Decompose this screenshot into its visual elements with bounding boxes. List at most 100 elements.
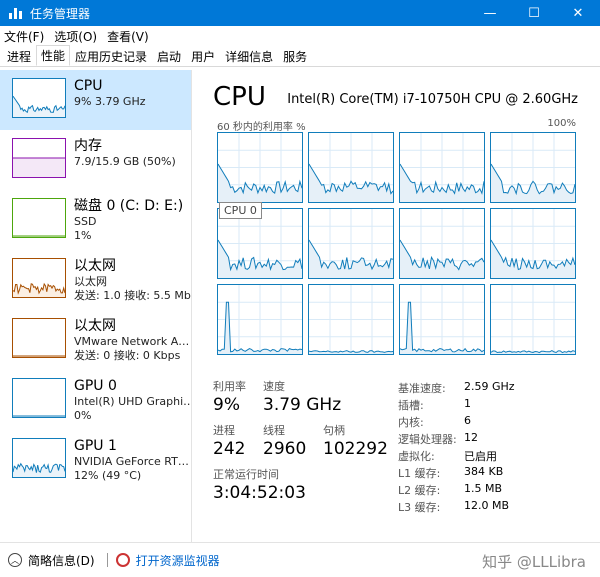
memory-thumbnail-graph [12,138,66,178]
logical-processor-graph[interactable] [490,208,576,279]
sidebar-item-detail: 0% [74,409,92,422]
sidebar-item-detail: 发送: 1.0 接收: 5.5 Mbp [74,289,192,302]
sidebar-item-gpu0[interactable]: GPU 0 Intel(R) UHD Graphi… 0% [0,370,191,430]
sidebar-item-detail: 以太网 [74,275,107,288]
sidebar-item-gpu1[interactable]: GPU 1 NVIDIA GeForce RT… 12% (49 °C) [0,430,191,490]
sidebar-item-label: GPU 0 [74,378,117,394]
processes-value: 242 [213,439,246,459]
tab-details[interactable]: 详细信息 [220,46,278,66]
logical-processor-graph[interactable] [217,284,303,355]
sidebar-item-ethernet[interactable]: 以太网 以太网 发送: 1.0 接收: 5.5 Mbp [0,250,191,310]
sidebar-item-detail: SSD [74,215,97,228]
ethernet-thumbnail-graph [12,258,66,298]
tab-services[interactable]: 服务 [278,46,312,66]
menu-view[interactable]: 查看(V) [107,28,149,45]
speed-value: 3.79 GHz [263,395,342,415]
spec-row: 逻辑处理器: 12 [398,431,598,448]
fewer-details-link[interactable]: 简略信息(D) [28,552,95,569]
tab-processes[interactable]: 进程 [2,46,36,66]
processes-label: 进程 [213,424,235,437]
sidebar-item-label: 磁盘 0 (C: D: E:) [74,198,184,214]
watermark: 知乎 @LLLibra [482,553,586,571]
logical-processor-graph[interactable] [490,132,576,203]
spec-key: 逻辑处理器: [398,433,457,446]
logical-processor-graph[interactable] [399,284,485,355]
sidebar-item-cpu[interactable]: CPU 9% 3.79 GHz [0,70,191,130]
spec-value: 1 [464,397,471,410]
spec-value: 1.5 MB [464,482,503,495]
spec-row: 基准速度: 2.59 GHz [398,380,598,397]
sidebar-item-detail: 9% 3.79 GHz [74,95,146,108]
resource-monitor-icon [115,553,130,567]
minimize-button[interactable]: — [468,0,512,26]
spec-key: L3 缓存: [398,501,441,514]
logical-processor-graph[interactable] [308,284,394,355]
tab-app-history[interactable]: 应用历史记录 [70,46,152,66]
chevron-up-icon[interactable]: ︿ [8,553,22,567]
spec-row: L3 缓存: 12.0 MB [398,499,598,516]
tab-bar: 进程 性能 应用历史记录 启动 用户 详细信息 服务 [0,45,600,67]
graph-caption: 60 秒内的利用率 % [217,122,306,133]
ethernet-thumbnail-graph [12,318,66,358]
tab-users[interactable]: 用户 [186,46,220,66]
sidebar-item-detail: 1% [74,229,92,242]
spec-row: 虚拟化: 已启用 [398,448,598,465]
spec-value: 12 [464,431,478,444]
maximize-button[interactable]: ☐ [512,0,556,26]
sidebar-item-ethernet-vmware[interactable]: 以太网 VMware Network A… 发送: 0 接收: 0 Kbps [0,310,191,370]
logical-processor-graph[interactable] [399,132,485,203]
spec-key: 内核: [398,416,424,429]
threads-label: 线程 [263,424,285,437]
uptime-label: 正常运行时间 [213,468,279,481]
util-label: 利用率 [213,380,246,393]
spec-row: L2 缓存: 1.5 MB [398,482,598,499]
sidebar-item-memory[interactable]: 内存 7.9/15.9 GB (50%) [0,130,191,190]
sidebar-item-disk[interactable]: 磁盘 0 (C: D: E:) SSD 1% [0,190,191,250]
close-button[interactable]: ✕ [556,0,600,26]
cpu-thumbnail-graph [12,78,66,118]
speed-label: 速度 [263,380,285,393]
logical-processor-graph[interactable] [308,132,394,203]
sidebar-item-detail: 7.9/15.9 GB (50%) [74,155,176,168]
footer-bar: ︿ 简略信息(D) 打开资源监视器 知乎 @LLLibra [0,542,600,577]
spec-key: 插槽: [398,399,424,412]
sidebar-item-label: 以太网 [74,318,116,334]
spec-value: 12.0 MB [464,499,510,512]
divider [106,553,108,567]
task-manager-icon [8,5,24,21]
spec-value: 6 [464,414,471,427]
resource-sidebar: CPU 9% 3.79 GHz 内存 7.9/15.9 GB (50%) 磁盘 … [0,70,192,542]
tab-startup[interactable]: 启动 [152,46,186,66]
disk-thumbnail-graph [12,198,66,238]
logical-processor-graph[interactable] [217,132,303,203]
gpu-thumbnail-graph [12,438,66,478]
menu-file[interactable]: 文件(F) [4,28,44,45]
spec-row: 插槽: 1 [398,397,598,414]
spec-key: 基准速度: [398,382,446,395]
spec-key: 虚拟化: [398,450,435,463]
sidebar-item-detail: Intel(R) UHD Graphi… [74,395,192,408]
logical-processor-graph[interactable] [399,208,485,279]
spec-value: 2.59 GHz [464,380,515,393]
sidebar-item-detail: 发送: 0 接收: 0 Kbps [74,349,181,362]
cpu-model: Intel(R) Core(TM) i7-10750H CPU @ 2.60GH… [287,92,578,107]
gpu-thumbnail-graph [12,378,66,418]
spec-key: L2 缓存: [398,484,441,497]
page-title: CPU [213,82,266,112]
open-resource-monitor-link[interactable]: 打开资源监视器 [136,552,220,569]
spec-value: 384 KB [464,465,504,478]
sidebar-item-label: GPU 1 [74,438,117,454]
uptime-value: 3:04:52:03 [213,483,306,503]
logical-processor-graph[interactable] [490,284,576,355]
spec-value: 已启用 [464,450,497,463]
sidebar-item-detail: NVIDIA GeForce RT… [74,455,189,468]
logical-processor-graph[interactable] [308,208,394,279]
title-bar: 任务管理器 — ☐ ✕ [0,0,600,26]
spec-row: L1 缓存: 384 KB [398,465,598,482]
sidebar-item-label: 以太网 [74,258,116,274]
handles-label: 句柄 [323,424,345,437]
menu-options[interactable]: 选项(O) [54,28,97,45]
tab-performance[interactable]: 性能 [36,45,71,66]
cpu-detail-panel: CPU Intel(R) Core(TM) i7-10750H CPU @ 2.… [200,70,600,542]
sidebar-item-detail: 12% (49 °C) [74,469,142,482]
